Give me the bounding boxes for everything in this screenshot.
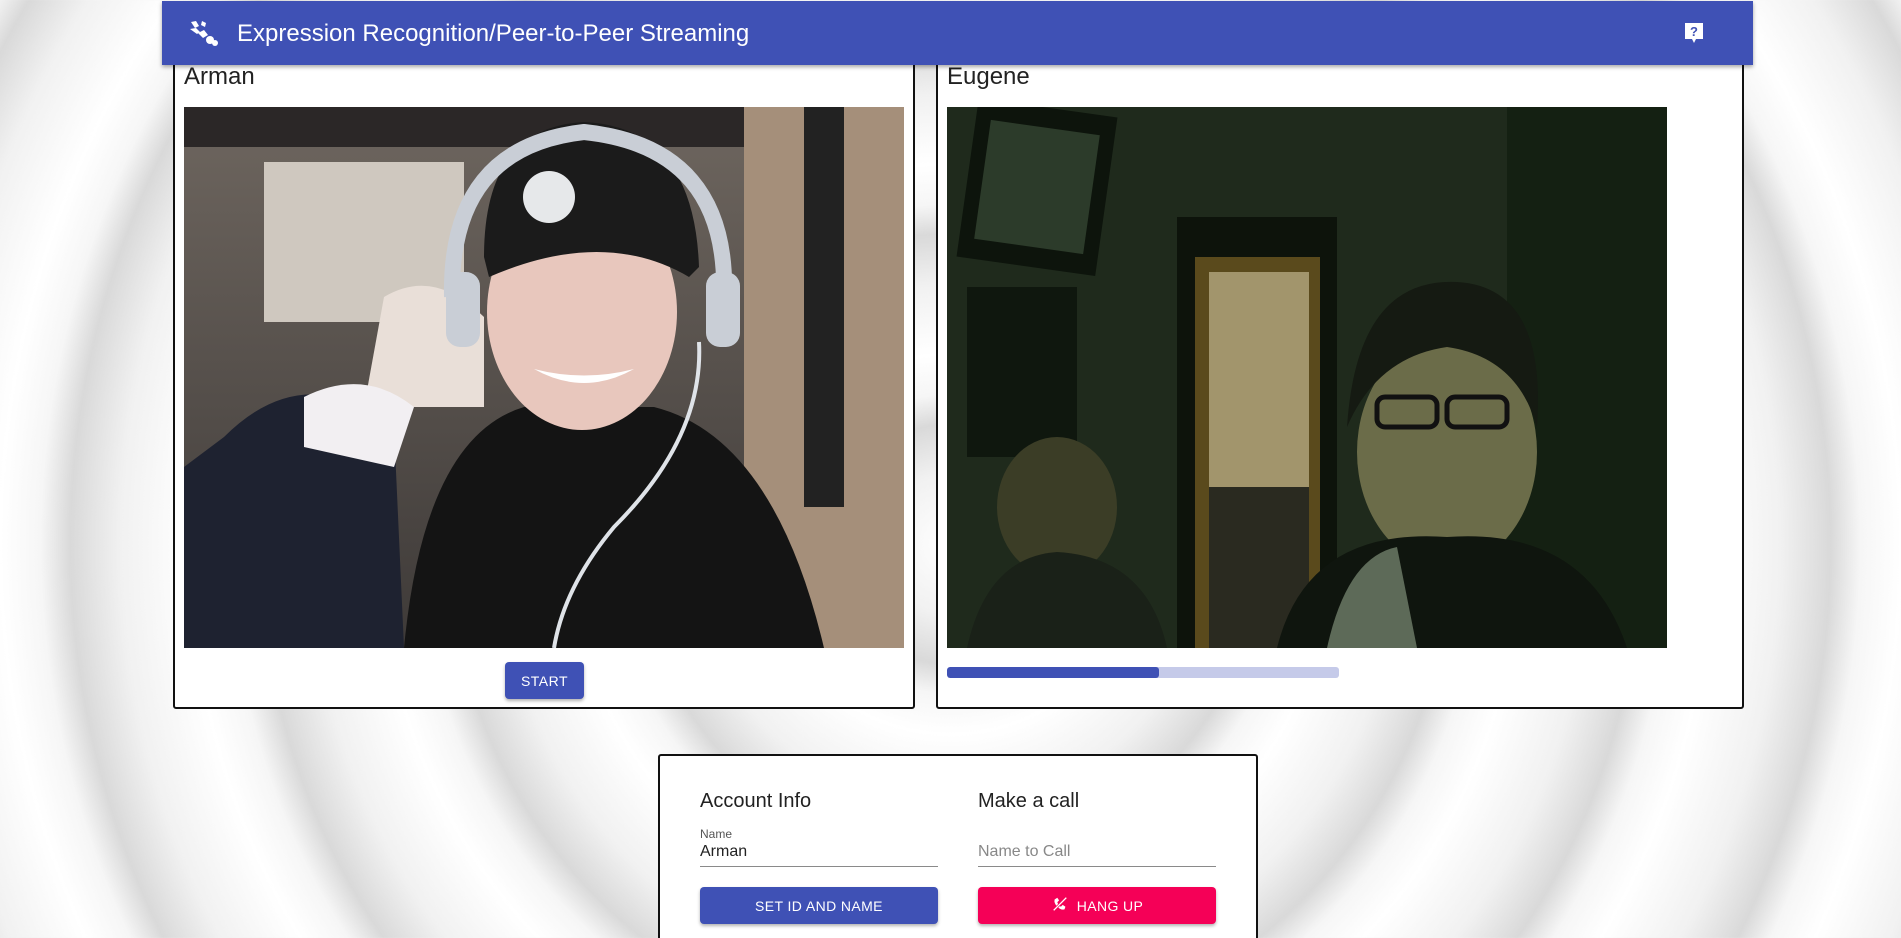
sign-language-icon [188,19,220,47]
account-info-section: Account Info Name SET ID AND NAME [700,790,938,924]
start-button[interactable]: START [505,662,584,699]
local-user-name: Arman [184,63,255,90]
help-icon[interactable]: ? [1682,21,1706,45]
name-to-call-input[interactable] [978,843,1216,861]
name-field: Name [700,827,938,867]
app-title: Expression Recognition/Peer-to-Peer Stre… [237,20,750,47]
set-id-and-name-button[interactable]: SET ID AND NAME [700,887,938,924]
hang-up-button[interactable]: HANG UP [978,887,1216,924]
account-info-title: Account Info [700,790,812,812]
control-panel: Account Info Name SET ID AND NAME Make a… [658,754,1258,938]
progress-fill [947,667,1159,678]
expression-progress-bar [947,667,1339,678]
name-field-label: Name [700,827,733,841]
name-input[interactable] [700,843,938,861]
hang-up-label: HANG UP [1076,897,1144,914]
remote-video-card: Eugene [936,55,1744,709]
svg-text:?: ? [1690,24,1698,39]
make-call-section: Make a call HANG UP [978,790,1216,924]
local-video-feed [184,107,904,648]
remote-video-feed [947,107,1667,648]
local-video-card: Arman START [173,55,915,709]
make-call-title: Make a call [978,790,1080,812]
app-bar: Expression Recognition/Peer-to-Peer Stre… [162,1,1753,65]
remote-user-name: Eugene [947,63,1030,90]
call-name-field [978,827,1216,867]
call-end-icon [1051,895,1069,916]
